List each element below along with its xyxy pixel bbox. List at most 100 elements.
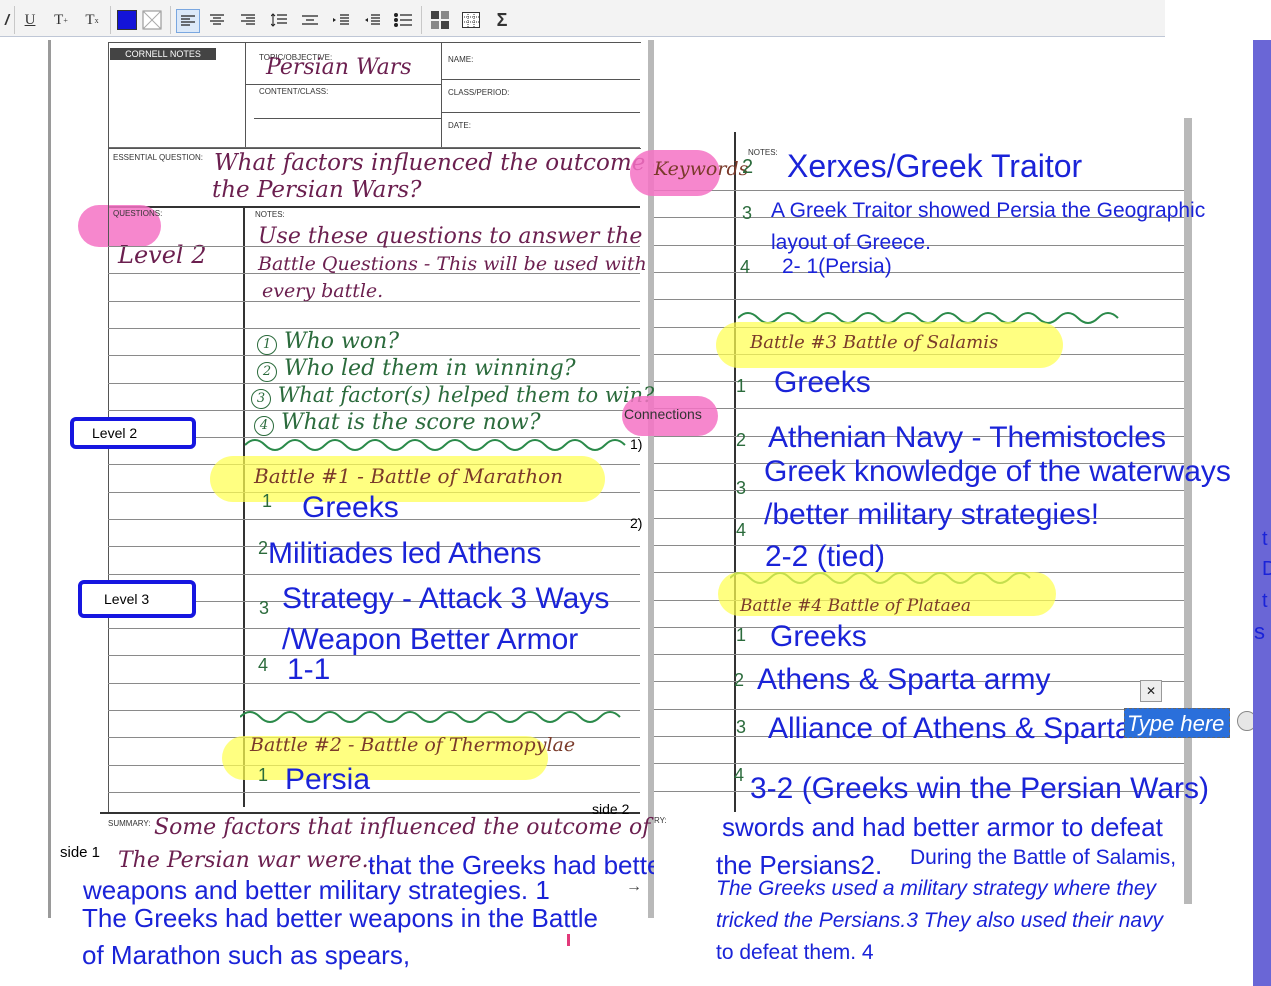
battle-4-answer-2: Athens & Sparta army	[757, 663, 1051, 696]
content-label: CONTENT/CLASS:	[259, 87, 329, 96]
summary-typed-line: to defeat them. 4	[716, 941, 874, 964]
battle-1-answer-2: Militiades led Athens	[268, 537, 542, 570]
essential-question-line2: the Persian Wars?	[212, 177, 422, 203]
battle-1-num-1: 1	[262, 491, 273, 511]
bold-icon[interactable]: /	[0, 9, 18, 31]
level-2-box[interactable]: Level 2	[70, 417, 196, 449]
battle-2-num-1: 1	[258, 765, 269, 785]
summary-typed-line: The Greeks had better weapons in the Bat…	[82, 903, 598, 933]
pink-mark	[567, 934, 570, 946]
line-spacing-icon[interactable]	[268, 9, 290, 31]
text-color-swatch	[117, 10, 137, 30]
formatting-toolbar: / U T + Tx Σ	[0, 0, 1165, 37]
subscript-icon[interactable]: Tx	[81, 9, 103, 31]
toolbar-divider	[170, 6, 171, 34]
battle-4-answer-1: Greeks	[770, 620, 867, 653]
battle-4-answer-4: 3-2 (Greeks win the Persian Wars)	[750, 772, 1210, 805]
notes-intro-line: every battle.	[262, 280, 384, 302]
sidebar-letter: D	[1262, 558, 1271, 580]
right-notes-divider	[734, 132, 736, 812]
level-3-box[interactable]: Level 3	[78, 580, 196, 618]
class-label: CLASS/PERIOD:	[448, 88, 510, 97]
battle-3-num-1: 1	[736, 376, 747, 396]
toolbar-divider	[14, 6, 15, 34]
battle-3-heading: Battle #3 Battle of Salamis	[750, 332, 999, 353]
side-1-label: side 1	[60, 844, 101, 861]
align-center-icon[interactable]	[206, 9, 228, 31]
question-item: 1 Who won?	[257, 329, 399, 355]
ruled-line	[654, 763, 1184, 764]
battle-3-answer-1: Greeks	[774, 366, 871, 399]
notes-intro-line: Battle Questions - This will be used wit…	[258, 253, 647, 275]
right-num-2: 2	[742, 156, 754, 178]
ruled-line	[654, 408, 1184, 409]
battle-1-heading: Battle #1 - Battle of Marathon	[254, 464, 564, 488]
topic-value: Persian Wars	[266, 55, 412, 80]
right-answer-3a: A Greek Traitor showed Persia the Geogra…	[771, 199, 1206, 222]
battle-4-heading: Battle #4 Battle of Plataea	[740, 596, 971, 616]
notes-intro-line: Use these questions to answer the	[258, 224, 643, 249]
battle-1-num-3: 3	[259, 598, 270, 618]
battle-3-answer-3a: Greek knowledge of the waterways	[764, 455, 1231, 488]
ruled-line	[654, 272, 1184, 273]
connection-1-label: 1)	[630, 436, 643, 452]
battle-3-answer-3b: /better military strategies!	[764, 498, 1100, 531]
header-rule	[441, 112, 640, 113]
question-number: 2	[257, 362, 277, 382]
align-left-icon[interactable]	[176, 9, 200, 33]
summary-typed-line: During the Battle of Salamis,	[910, 846, 1177, 869]
header-rule	[441, 79, 640, 80]
battle-3-num-4: 4	[736, 520, 747, 540]
battle-4-answer-3: Alliance of Athens & Sparta	[768, 712, 1132, 745]
question-item: 4 What is the score now?	[254, 410, 541, 436]
side-2-label: side 2	[592, 801, 630, 817]
ruled-line	[654, 381, 1184, 382]
underline-icon[interactable]: U	[19, 9, 41, 31]
summary-typed-line: tricked the Persians.3 They also used th…	[716, 909, 1164, 932]
summary-rule	[100, 812, 640, 814]
question-item: 2 Who led them in winning?	[257, 356, 576, 382]
battle-2-heading: Battle #2 - Battle of Thermopylae	[250, 734, 576, 756]
question-item: 3 What factor(s) helped them to win?	[251, 383, 654, 409]
align-right-icon[interactable]	[237, 9, 259, 31]
ruled-line	[654, 545, 1184, 546]
connection-2-label: 2)	[630, 515, 643, 531]
toolbar-divider	[110, 6, 111, 34]
question-number: 1	[257, 335, 277, 355]
summary-typed-line: of Marathon such as spears,	[82, 940, 411, 970]
outdent-icon[interactable]	[361, 9, 383, 31]
header-rule	[246, 84, 441, 85]
bulleted-list-icon[interactable]	[392, 9, 414, 31]
summary-typed-line: weapons and better military strategies. …	[83, 875, 550, 905]
keywords-handwritten: Keywords	[654, 158, 749, 180]
battle-1-answer-4: 1-1	[287, 653, 331, 686]
battle-1-answer-1: Greeks	[302, 491, 399, 524]
justify-icon[interactable]	[299, 9, 321, 31]
notes-label: NOTES:	[255, 210, 285, 219]
question-text: What factor(s) helped them to win?	[277, 383, 655, 407]
question-text: Who led them in winning?	[284, 356, 576, 381]
close-icon[interactable]: ✕	[1140, 680, 1162, 702]
squiggle-divider	[240, 711, 621, 723]
background-color-icon[interactable]	[141, 9, 163, 31]
ruled-line	[654, 627, 1184, 628]
right-answer-3b: layout of Greece.	[771, 231, 931, 254]
layout-icon[interactable]	[429, 9, 451, 31]
subscript-label: T	[85, 11, 95, 28]
text-input-box[interactable]: Type here	[1124, 708, 1230, 738]
header-rule	[254, 118, 441, 119]
battle-4-num-1: 1	[736, 625, 747, 645]
ruled-line	[654, 490, 1184, 491]
sidebar-letter: t	[1262, 528, 1268, 550]
question-text: Who won?	[284, 329, 400, 354]
text-color-icon[interactable]	[116, 9, 138, 31]
right-sidebar	[1253, 40, 1271, 986]
squiggle-divider	[245, 439, 626, 451]
superscript-icon[interactable]: T +	[50, 9, 72, 31]
table-icon[interactable]	[460, 9, 482, 31]
ruled-line	[654, 654, 1184, 655]
sidebar-letter: s	[1254, 619, 1265, 644]
ruled-line	[108, 683, 640, 684]
indent-icon[interactable]	[330, 9, 352, 31]
sigma-icon[interactable]: Σ	[491, 9, 513, 31]
